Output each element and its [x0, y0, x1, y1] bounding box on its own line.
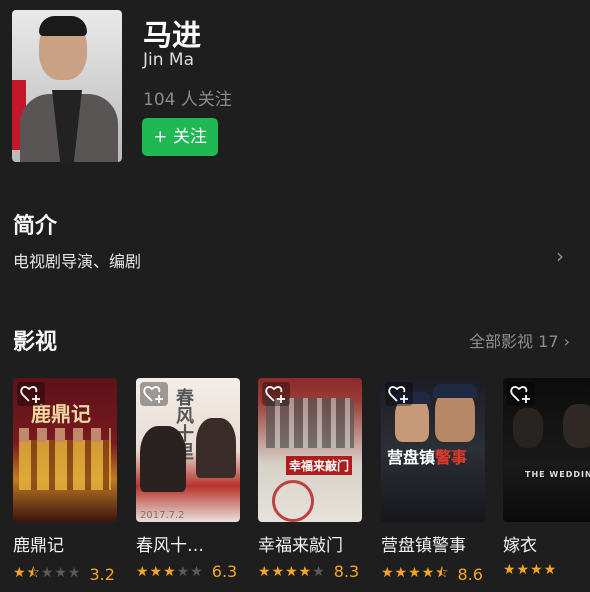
rating-stars: ★★★★★ — [136, 563, 204, 580]
person-photo — [12, 10, 122, 162]
poster[interactable]: 鹿鼎记 — [13, 378, 117, 522]
work-card[interactable]: 春风十里 2017.7.2 春风十… ★★★★★ 6.3 — [136, 378, 240, 581]
chevron-right-icon: › — [563, 332, 570, 351]
work-card[interactable]: 营盘镇警事 营盘镇警事 ★★★★⯪ 8.6 — [381, 378, 485, 586]
works-heading: 影视 — [13, 330, 58, 355]
work-rating: ★★★★⯪ 8.6 — [381, 562, 485, 586]
follower-count: 104 人关注 — [143, 90, 232, 110]
favorite-icon[interactable] — [262, 382, 290, 406]
favorite-icon[interactable] — [140, 382, 168, 406]
work-title[interactable]: 营盘镇警事 — [381, 531, 485, 556]
chevron-right-icon[interactable]: › — [556, 244, 564, 268]
rating-score: 6.3 — [211, 562, 238, 581]
work-rating: ★⯪★★★ 3.2 — [13, 562, 117, 586]
rating-stars: ★★★★★ — [258, 563, 326, 580]
follow-button[interactable]: + 关注 — [142, 118, 218, 156]
rating-stars: ★★★★⯪ — [381, 565, 450, 581]
intro-text[interactable]: 电视剧导演、编剧 — [13, 248, 141, 272]
person-name-cn: 马进 — [143, 18, 202, 52]
all-works-label: 全部影视 17 — [469, 332, 559, 351]
work-title[interactable]: 春风十… — [136, 531, 240, 556]
rating-score: 8.6 — [457, 564, 483, 584]
rating-stars: ★⯪★★★ — [13, 565, 82, 581]
favorite-icon[interactable] — [17, 382, 45, 406]
poster[interactable]: 幸福来敲门 — [258, 378, 362, 522]
work-title[interactable]: 幸福来敲门 — [258, 531, 362, 556]
work-rating: ★★★★ — [503, 562, 590, 578]
work-card[interactable]: THE WEDDING 嫁衣 ★★★★ — [503, 378, 590, 578]
favorite-icon[interactable] — [507, 382, 535, 406]
poster-title: 幸福来敲门 — [286, 456, 353, 475]
poster-caption: 2017.7.2 — [140, 510, 185, 521]
poster-title: THE WEDDING — [525, 470, 590, 479]
rating-stars: ★★★★ — [503, 562, 558, 578]
work-card[interactable]: 幸福来敲门 幸福来敲门 ★★★★★ 8.3 — [258, 378, 362, 581]
poster-title: 营盘镇警事 — [387, 444, 467, 468]
work-rating: ★★★★★ 8.3 — [258, 562, 362, 581]
work-title[interactable]: 嫁衣 — [503, 531, 590, 556]
work-title[interactable]: 鹿鼎记 — [13, 531, 117, 556]
poster[interactable]: 营盘镇警事 — [381, 378, 485, 522]
favorite-icon[interactable] — [385, 382, 413, 406]
work-rating: ★★★★★ 6.3 — [136, 562, 240, 581]
work-card[interactable]: 鹿鼎记 鹿鼎记 ★⯪★★★ 3.2 — [13, 378, 117, 586]
all-works-link[interactable]: 全部影视 17 › — [469, 328, 570, 352]
rating-score: 3.2 — [89, 564, 115, 584]
rating-score: 8.3 — [333, 562, 360, 581]
poster[interactable]: 春风十里 2017.7.2 — [136, 378, 240, 522]
poster[interactable]: THE WEDDING — [503, 378, 590, 522]
intro-heading: 简介 — [13, 214, 58, 239]
person-name-en: Jin Ma — [143, 50, 194, 70]
